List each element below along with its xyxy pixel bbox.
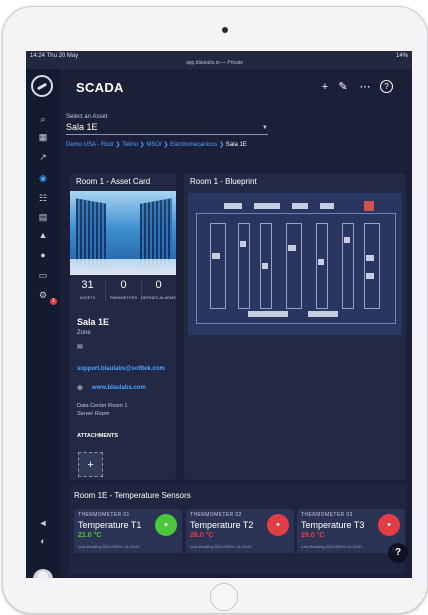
page-title: SCADA [76,80,124,95]
add-attachment-button[interactable]: + [78,452,103,477]
status-bar: 14:24 Thu 20 May app.blaulabs.io — Priva… [26,51,412,69]
asset-select[interactable]: Sala 1E [66,122,268,135]
stat-alarms[interactable]: 0 DEFINED ALARMS [141,275,176,305]
sensor-card[interactable]: THERMOMETER 02 Temperature T2 28.0 °C La… [186,509,294,553]
breadcrumb-item[interactable]: Demo USA - Root [66,142,114,148]
app-logo[interactable] [31,75,53,97]
megaphone-icon[interactable]: ◄ [37,517,49,529]
breadcrumb-item[interactable]: MSOI [146,142,161,148]
stat-parameters[interactable]: 0 PARAMETERS [106,275,141,305]
globe-icon: ⊕ [77,385,83,392]
home-button[interactable] [210,583,238,611]
email-icon: ✉ [77,344,83,351]
asset-description: Data Center Room 1 [77,403,128,409]
help-icon[interactable]: ? [380,80,393,93]
blueprint-title: Room 1 - Blueprint [190,177,257,186]
blueprint-card: Room 1 - Blueprint [184,173,406,480]
display-icon[interactable]: ▭ [37,269,49,281]
notification-badge: 1 [50,298,57,305]
hierarchy-icon[interactable]: ☷ [37,192,49,204]
blueprint-view[interactable] [188,193,402,335]
edit-icon[interactable]: ✎ [336,80,350,94]
camera-icon [222,27,228,33]
search-icon[interactable]: ⌕ [37,113,49,125]
asset-category: Server Room [77,411,110,417]
gear-icon[interactable]: ⚙ [37,289,49,301]
user-icon[interactable]: ● [37,249,49,261]
breadcrumb-item[interactable]: Tekno [122,142,138,148]
breadcrumb-current: Sala 1E [225,142,247,148]
contrast-icon[interactable]: ◐ [37,535,49,547]
document-icon[interactable]: ▤ [37,211,49,223]
sidebar: ⌕ ▦ ↗ ◉ ☷ ▤ ▲ 1 ● ▭ ⚙ ◄ ◐ [26,69,60,578]
data-center-image [70,191,176,275]
asset-type: Zone [77,330,91,336]
attachments-label: ATTACHMENTS [77,433,119,439]
breadcrumb: Demo USA - Root ❯ Tekno ❯ MSOI ❯ Electro… [66,142,247,148]
asset-stats: 31 ASSETS 0 PARAMETERS 0 DEFINED ALARMS [70,275,176,305]
status-time: 14:24 Thu 20 May [30,53,79,59]
grid-icon[interactable]: ▦ [37,131,49,143]
email-link[interactable]: support.blaulabs@softtek.com [77,366,165,372]
battery-indicator: 14% [395,53,408,59]
website-link[interactable]: www.blaulabs.com [92,385,146,391]
breadcrumb-item[interactable]: Electromecanicos [170,142,217,148]
thermometer-icon: • [267,514,289,536]
avatar[interactable] [33,569,53,578]
help-button[interactable]: ? [388,543,408,563]
header: SCADA + ✎ ⋯ ? [60,69,412,105]
asset-card: Room 1 - Asset Card 31 ASSETS 0 PARAMETE… [70,173,176,480]
url-bar[interactable]: app.blaulabs.io — Private [186,60,243,66]
thermometer-icon: • [378,514,400,536]
sensors-title: Room 1E - Temperature Sensors [74,491,191,500]
asset-card-title: Room 1 - Asset Card [76,177,151,186]
plus-icon[interactable]: + [318,80,332,94]
more-icon[interactable]: ⋯ [358,80,372,94]
chevron-down-icon[interactable]: ▼ [262,125,268,131]
app-screen: 14:24 Thu 20 May app.blaulabs.io — Priva… [26,51,412,578]
dashboard-icon[interactable]: ◉ [37,172,49,184]
bell-icon[interactable]: ▲ [37,229,49,241]
asset-select-label: Select an Asset [66,114,108,120]
chart-icon[interactable]: ↗ [37,151,49,163]
asset-name: Sala 1E [77,317,110,327]
thermometer-icon: • [155,514,177,536]
stat-assets[interactable]: 31 ASSETS [70,275,105,305]
sensor-card[interactable]: THERMOMETER 01 Temperature T1 21.0 °C La… [74,509,182,553]
